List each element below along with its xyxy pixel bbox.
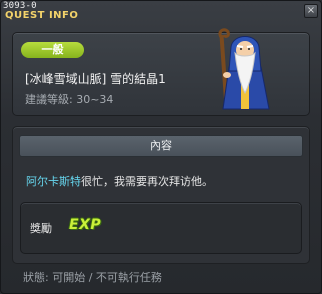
reward-label: 獎勵 xyxy=(30,222,52,235)
reward-box: 獎勵 EXP xyxy=(20,202,302,254)
npc-name-link[interactable]: 阿尔卡斯特 xyxy=(26,175,81,188)
description-text: 很忙，我需要再次拜访他。 xyxy=(81,175,213,188)
quest-info-window: 3093-0 QUEST INFO × 一般 [冰峰雪域山脈] 雪的結晶1 建議… xyxy=(0,0,322,294)
npc-portrait-icon xyxy=(218,28,270,110)
recommended-level: 建議等級: 30~34 xyxy=(25,93,114,106)
content-header: 內容 xyxy=(19,135,303,157)
category-badge: 一般 xyxy=(21,42,84,58)
window-title: QUEST INFO xyxy=(5,10,79,21)
quest-name: [冰峰雪域山脈] 雪的結晶1 xyxy=(25,72,166,86)
close-button[interactable]: × xyxy=(304,4,318,18)
quest-status: 狀態: 可開始 / 不可執行任務 xyxy=(23,271,162,284)
content-panel: 內容 阿尔卡斯特很忙，我需要再次拜访他。 獎勵 EXP xyxy=(12,126,310,264)
exp-icon: EXP xyxy=(69,217,102,233)
quest-description: 阿尔卡斯特很忙，我需要再次拜访他。 xyxy=(26,173,213,189)
